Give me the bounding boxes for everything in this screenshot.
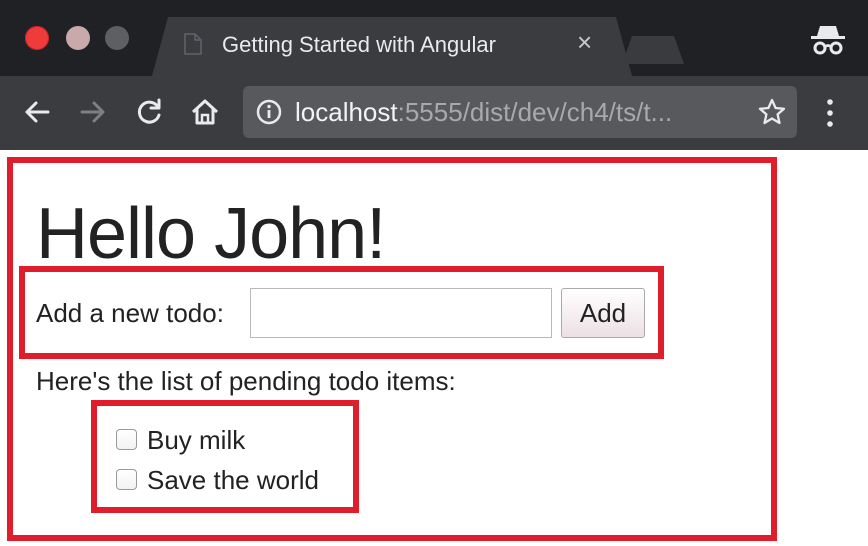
window-close-button[interactable] bbox=[25, 26, 49, 50]
home-icon[interactable] bbox=[188, 95, 222, 129]
todo-input-label: Add a new todo: bbox=[36, 298, 224, 328]
url-host: localhost bbox=[295, 97, 398, 127]
window-minimize-button[interactable] bbox=[66, 26, 90, 50]
address-bar[interactable]: localhost:5555/dist/dev/ch4/ts/t... bbox=[243, 86, 797, 138]
url-path: :5555/dist/dev/ch4/ts/t... bbox=[397, 97, 673, 127]
new-tab-button[interactable] bbox=[622, 36, 684, 64]
todo-item-label: Buy milk bbox=[147, 425, 246, 455]
browser-window: Getting Started with Angular × localhost… bbox=[0, 0, 868, 546]
list-component-highlight bbox=[91, 400, 359, 513]
kebab-menu-icon[interactable] bbox=[822, 96, 838, 130]
url-text: localhost:5555/dist/dev/ch4/ts/t... bbox=[295, 97, 672, 128]
add-button[interactable]: Add bbox=[561, 288, 645, 338]
tab-active[interactable]: Getting Started with Angular × bbox=[152, 17, 632, 76]
todo-input[interactable] bbox=[250, 288, 552, 338]
todo-checkbox[interactable] bbox=[116, 429, 137, 450]
todo-item-label: Save the world bbox=[147, 465, 319, 495]
back-arrow-icon[interactable] bbox=[20, 95, 54, 129]
star-icon[interactable] bbox=[757, 97, 787, 127]
todo-checkbox[interactable] bbox=[116, 469, 137, 490]
tab-strip: Getting Started with Angular × bbox=[0, 0, 868, 76]
browser-toolbar: localhost:5555/dist/dev/ch4/ts/t... bbox=[0, 76, 868, 150]
page-title: Hello John! bbox=[36, 194, 386, 274]
window-maximize-button[interactable] bbox=[105, 26, 129, 50]
info-icon[interactable] bbox=[255, 98, 283, 126]
document-icon bbox=[184, 33, 202, 55]
forward-arrow-icon[interactable] bbox=[76, 95, 110, 129]
reload-icon[interactable] bbox=[132, 95, 166, 129]
tab-title: Getting Started with Angular bbox=[222, 32, 496, 57]
page-content: Hello John! Add a new todo: Add Here's t… bbox=[0, 150, 868, 546]
incognito-icon bbox=[811, 26, 845, 55]
todo-list-label: Here's the list of pending todo items: bbox=[36, 366, 456, 396]
tab-close-icon[interactable]: × bbox=[577, 29, 592, 55]
